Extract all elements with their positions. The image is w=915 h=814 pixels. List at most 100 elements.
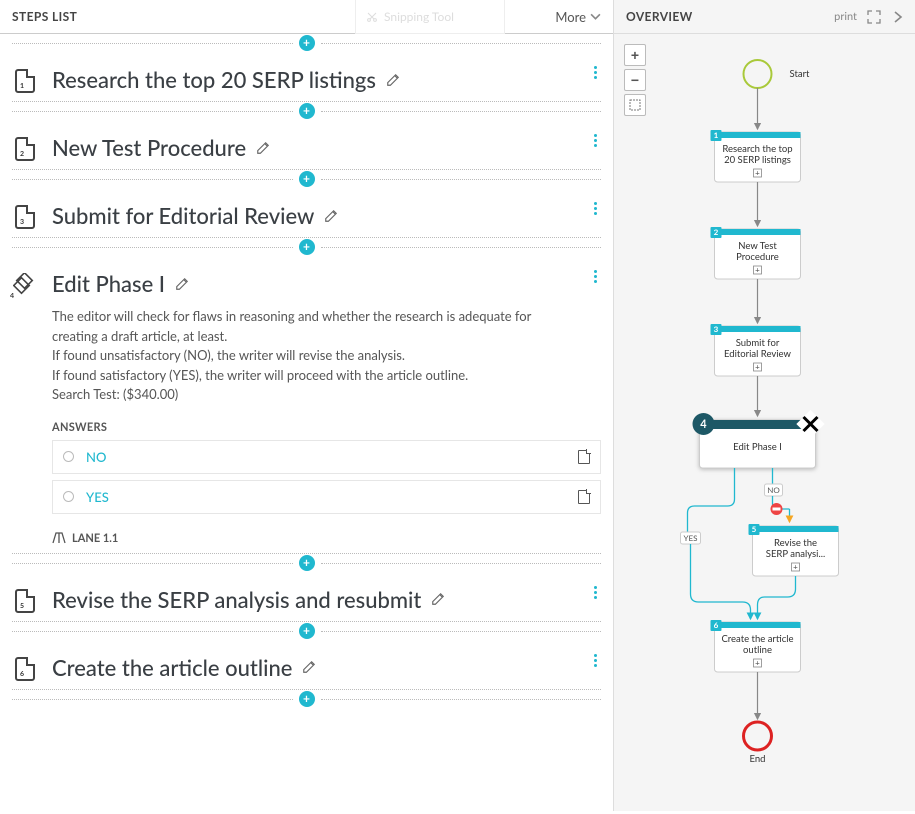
overview-panel: OVERVIEW print + − Start 1 [614,0,915,811]
step-title: Revise the SERP analysis and resubmit [52,586,421,613]
svg-text:+: + [755,168,760,178]
svg-text:+: + [793,562,798,572]
answer-option[interactable]: YES [52,480,601,514]
step-menu-button[interactable] [594,586,597,599]
step-item: 6 Create the article outline [12,640,601,689]
edit-icon[interactable] [386,73,400,87]
svg-text:+: + [755,265,760,275]
add-step-row: + [12,238,601,256]
add-step-row: + [12,34,601,52]
add-step-row: + [12,554,601,572]
svg-text:5: 5 [752,524,757,534]
answer-option[interactable]: NO [52,440,601,474]
step-title: New Test Procedure [52,134,246,161]
lane-icon [52,532,66,544]
svg-text:End: End [750,754,766,765]
step-menu-button[interactable] [594,654,597,667]
step-item: 1 Research the top 20 SERP listings [12,52,601,101]
add-step-button[interactable]: + [299,239,315,255]
flow-diagram[interactable]: Start 1 Research the top 20 SERP listing… [614,34,915,811]
steps-list-panel: STEPS LIST More Snipping Tool + 1 Resear… [0,0,614,811]
svg-text:Start: Start [790,69,811,80]
steps-list-title: STEPS LIST [12,9,77,24]
svg-text:Research the top: Research the top [722,144,792,155]
doc-icon: 5 [12,586,38,613]
svg-text:2: 2 [714,227,719,237]
add-step-row: + [12,622,601,640]
chevron-down-icon [590,11,601,22]
flow-node[interactable]: 1 Research the top 20 SERP listings + [711,130,801,182]
step-item-decision: 4 Edit Phase I The editor will check for… [12,256,601,553]
svg-text:Edit Phase I: Edit Phase I [733,442,782,453]
svg-text:1: 1 [714,130,719,140]
doc-icon: 2 [12,134,38,161]
flow-node[interactable]: 6 Create the article outline + [711,620,801,672]
step-title: Research the top 20 SERP listings [52,66,376,93]
add-step-button[interactable]: + [299,555,315,571]
expand-icon[interactable] [867,10,881,24]
step-menu-button[interactable] [594,270,597,283]
edit-icon[interactable] [324,209,338,223]
scissors-icon [366,11,378,23]
add-step-button[interactable]: + [299,35,315,51]
add-step-row: + [12,170,601,188]
edit-icon[interactable] [431,592,445,606]
add-step-row: + [12,102,601,120]
more-dropdown[interactable]: More [555,9,601,25]
chevron-right-icon[interactable] [891,10,905,24]
svg-text:Editorial Review: Editorial Review [724,349,791,360]
doc-icon [578,490,590,504]
print-button[interactable]: print [834,10,857,23]
svg-text:+: + [755,658,760,668]
svg-text:NO: NO [767,485,780,495]
radio-icon [63,451,74,462]
more-label: More [555,9,586,25]
lane-indicator: LANE 1.1 [52,532,601,545]
doc-icon: 6 [12,654,38,681]
doc-icon: 3 [12,202,38,229]
svg-text:20 SERP listings: 20 SERP listings [724,155,791,166]
svg-text:4: 4 [700,418,707,431]
answers-heading: ANSWERS [52,421,601,434]
svg-text:Submit for: Submit for [736,338,780,349]
add-step-button[interactable]: + [299,623,315,639]
step-item: 3 Submit for Editorial Review [12,188,601,237]
step-title: Create the article outline [52,654,292,681]
doc-icon [578,450,590,464]
step-menu-button[interactable] [594,134,597,147]
flow-node[interactable]: 5 Revise the SERP analysi... + [749,524,839,576]
step-item: 5 Revise the SERP analysis and resubmit [12,572,601,621]
step-title: Edit Phase I [52,270,165,297]
answer-label: NO [86,449,106,465]
svg-text:Revise the: Revise the [774,538,817,549]
edit-icon[interactable] [175,277,189,291]
flow-node[interactable]: 2 New Test Procedure + [711,227,801,279]
step-item: 2 New Test Procedure [12,120,601,169]
add-step-button[interactable]: + [299,691,315,707]
add-step-button[interactable]: + [299,171,315,187]
step-menu-button[interactable] [594,66,597,79]
overview-title: OVERVIEW [626,9,693,24]
edit-icon[interactable] [256,141,270,155]
doc-icon: 1 [12,66,38,93]
step-description: The editor will check for flaws in reaso… [52,307,601,405]
answer-label: YES [86,489,109,505]
overview-header: OVERVIEW print [614,0,915,34]
svg-text:SERP analysi...: SERP analysi... [766,549,825,560]
flow-node-selected[interactable]: 4 Edit Phase I [693,410,825,468]
step-title: Submit for Editorial Review [52,202,314,229]
radio-icon [63,491,74,502]
step-menu-button[interactable] [594,202,597,215]
svg-text:Procedure: Procedure [736,252,779,263]
steps-body: + 1 Research the top 20 SERP listings + … [0,34,613,712]
add-step-button[interactable]: + [299,103,315,119]
add-step-row: + [12,690,601,708]
snipping-tool-ghost: Snipping Tool [355,0,505,34]
steps-list-header: STEPS LIST More [0,0,613,34]
svg-text:YES: YES [684,533,698,543]
flow-node[interactable]: 3 Submit for Editorial Review + [711,324,801,376]
svg-text:New Test: New Test [738,241,777,252]
edit-icon[interactable] [302,660,316,674]
svg-text:3: 3 [714,324,719,334]
svg-text:6: 6 [714,620,719,630]
